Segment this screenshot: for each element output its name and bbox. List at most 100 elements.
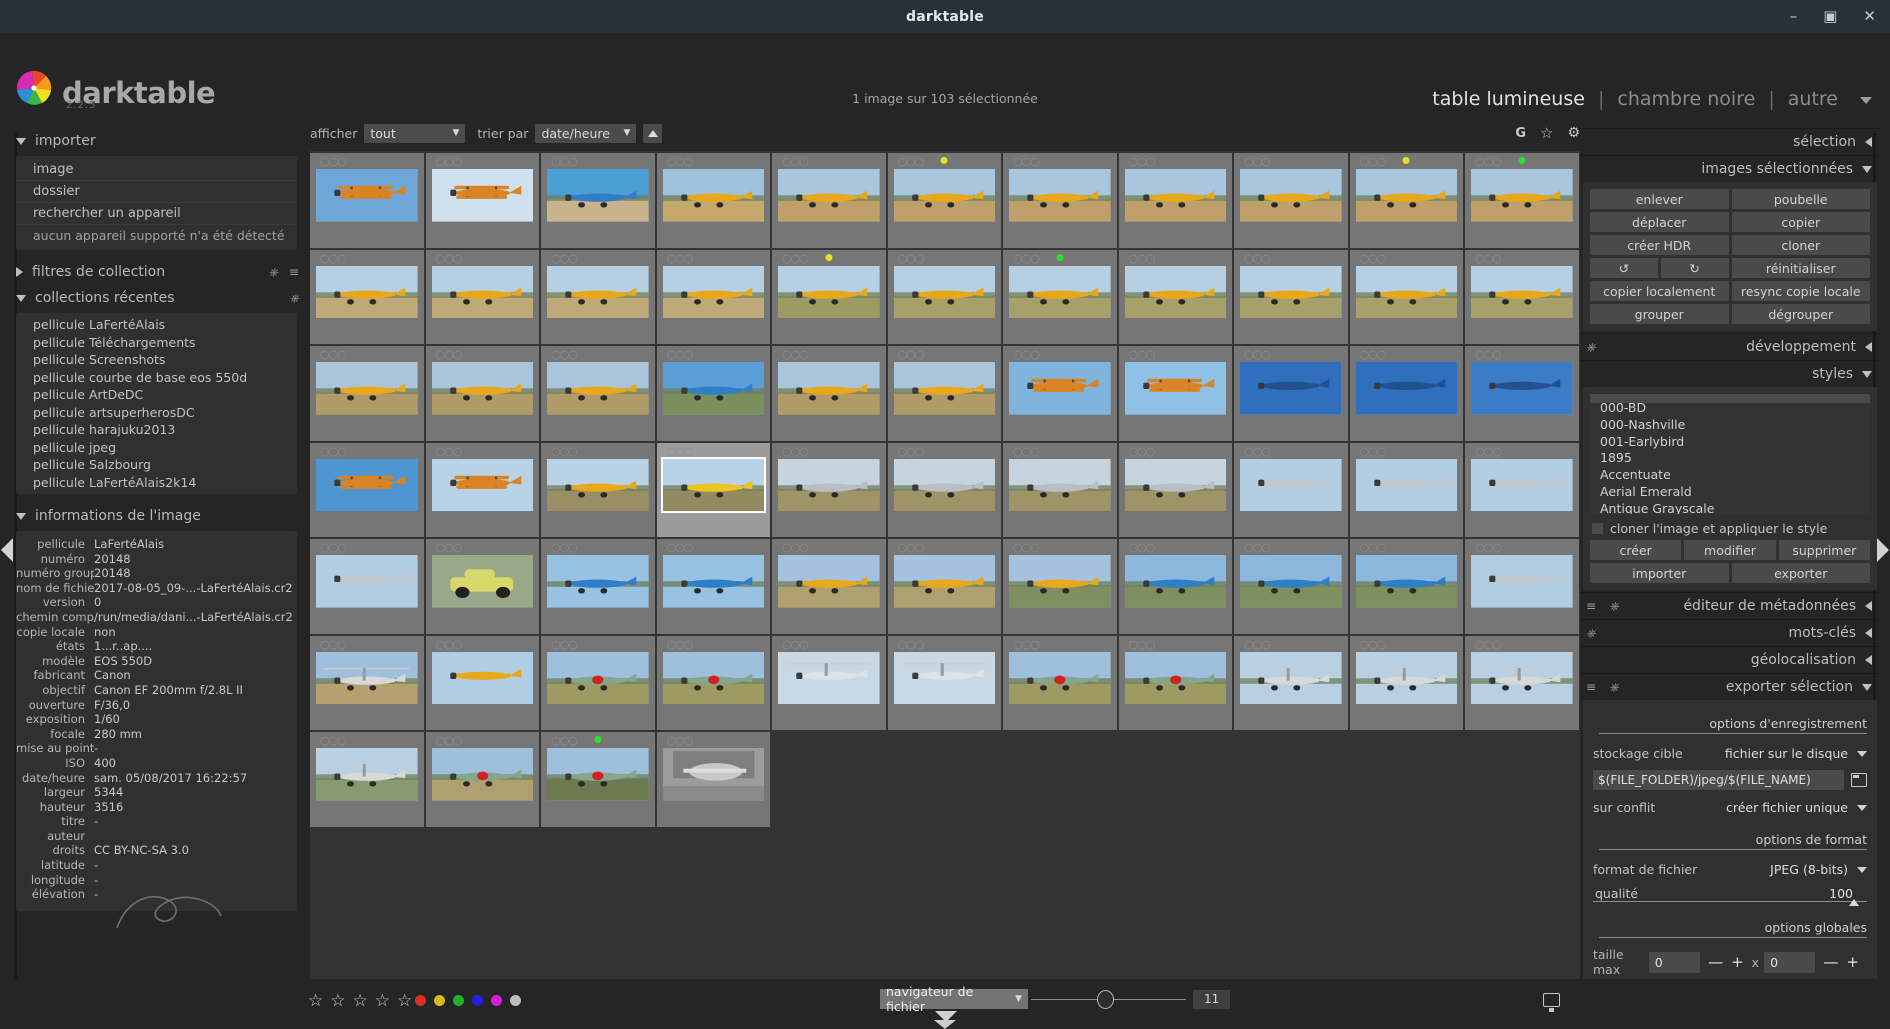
- reset-icon[interactable]: ⎈: [1609, 599, 1619, 614]
- thumbnail-cell[interactable]: ○○○: [425, 635, 539, 730]
- delete-style-button[interactable]: supprimer: [1778, 540, 1870, 560]
- thumbnail-cell[interactable]: ○○○: [1349, 249, 1463, 344]
- copy-locally-button[interactable]: copier localement: [1590, 281, 1729, 301]
- thumbnail-image[interactable]: [316, 362, 418, 415]
- clone-style-checkbox-row[interactable]: cloner l'image et appliquer le style: [1592, 521, 1870, 536]
- thumbnail-cell[interactable]: ○○○: [1118, 539, 1232, 634]
- reset-icon[interactable]: ⎈: [289, 291, 299, 306]
- recent-collection-item[interactable]: pellicule jpeg: [16, 439, 297, 457]
- thumbnail-image[interactable]: [1124, 458, 1226, 511]
- reset-icon[interactable]: ⎈: [268, 265, 278, 280]
- thumbnail-image[interactable]: [316, 555, 418, 608]
- thumbnail-cell[interactable]: ○○○: [541, 539, 655, 634]
- on-conflict-row[interactable]: sur conflit créer fichier unique: [1593, 797, 1867, 818]
- thumbnail-cell[interactable]: ○○○: [310, 153, 424, 248]
- thumbnail-image[interactable]: [1471, 555, 1573, 608]
- thumbnail-image[interactable]: [1240, 265, 1342, 318]
- thumbnail-cell[interactable]: ○○○: [772, 346, 886, 441]
- color-label-dot[interactable]: [510, 995, 521, 1006]
- thumbnail-image[interactable]: [547, 748, 649, 801]
- style-list-item[interactable]: Antique Grayscale: [1600, 501, 1870, 514]
- view-lighttable[interactable]: table lumineuse: [1432, 88, 1585, 110]
- import-module-header[interactable]: importer: [10, 128, 305, 154]
- recent-collections-header[interactable]: collections récentes ⎈: [10, 285, 305, 311]
- thumbnail-cell[interactable]: ○○○: [541, 635, 655, 730]
- thumbnail-image[interactable]: [1124, 362, 1226, 415]
- thumbnail-cell[interactable]: ○○○: [1465, 153, 1579, 248]
- recent-collection-item[interactable]: pellicule artsuperherosDC: [16, 404, 297, 422]
- thumbnail-cell[interactable]: ○○○: [1234, 153, 1348, 248]
- thumbnail-cell[interactable]: ○○○: [656, 539, 770, 634]
- left-panel-collapse-arrow[interactable]: [1, 538, 13, 562]
- thumbnail-image[interactable]: [778, 169, 880, 222]
- thumbnail-image[interactable]: [1124, 169, 1226, 222]
- thumbnail-image[interactable]: [662, 169, 764, 222]
- style-list-item[interactable]: 000-Nashville: [1600, 417, 1870, 434]
- group-button[interactable]: grouper: [1590, 304, 1729, 324]
- lighttable-thumbnail-grid[interactable]: ○○○ ○○○ ○○○ ○○○ ○○○ ○○○ ○○○ ○○○ ○○○ ○○○ ○○○ ○○○ ○○○ ○…: [310, 151, 1580, 1011]
- selected-images-module-header[interactable]: images sélectionnées: [1580, 155, 1880, 182]
- thumbnail-cell[interactable]: ○○○: [425, 442, 539, 537]
- create-style-button[interactable]: créer: [1590, 540, 1682, 560]
- thumbnail-image[interactable]: [662, 362, 764, 415]
- gear-icon[interactable]: ⚙: [1567, 125, 1580, 141]
- ungroup-button[interactable]: dégrouper: [1731, 304, 1870, 324]
- thumbnail-cell[interactable]: ○○○: [1003, 442, 1117, 537]
- thumbnail-image[interactable]: [1355, 458, 1457, 511]
- chevron-down-icon[interactable]: [1860, 97, 1872, 104]
- bottom-screen-toggle-arrow[interactable]: [934, 1020, 956, 1029]
- thumbnail-image[interactable]: [1240, 169, 1342, 222]
- thumbnail-cell[interactable]: ○○○: [310, 732, 424, 827]
- thumbnail-image[interactable]: [893, 555, 995, 608]
- thumbnail-image[interactable]: [431, 362, 533, 415]
- history-stack-module-header[interactable]: ⎈ développement: [1580, 333, 1880, 360]
- thumbnail-image[interactable]: [1009, 651, 1111, 704]
- thumbnail-image[interactable]: [547, 458, 649, 511]
- thumbnail-cell[interactable]: ○○○: [772, 442, 886, 537]
- collection-filters-header[interactable]: filtres de collection ⎈ ≡: [10, 259, 305, 285]
- color-label-dot[interactable]: [491, 995, 502, 1006]
- file-format-row[interactable]: format de fichier JPEG (8-bits): [1593, 859, 1867, 880]
- copy-button[interactable]: copier: [1731, 212, 1870, 232]
- thumbnail-image[interactable]: [1240, 651, 1342, 704]
- thumbnail-cell[interactable]: ○○○: [772, 153, 886, 248]
- grouping-icon[interactable]: G: [1515, 126, 1526, 141]
- thumbnail-image[interactable]: [778, 362, 880, 415]
- reset-icon[interactable]: ⎈: [1609, 680, 1619, 695]
- max-width-input[interactable]: 0: [1648, 951, 1701, 973]
- monitor-profile-icon[interactable]: [1543, 993, 1560, 1012]
- rotate-cw-button[interactable]: ↻: [1660, 258, 1729, 278]
- thumbnail-cell[interactable]: ○○○: [656, 153, 770, 248]
- thumbnail-cell[interactable]: ○○○: [656, 732, 770, 827]
- thumbnail-image[interactable]: [893, 651, 995, 704]
- image-information-header[interactable]: informations de l'image: [10, 503, 305, 529]
- minus-icon[interactable]: —: [1823, 953, 1838, 971]
- zoom-mode-select[interactable]: navigateur de fichier ▼: [880, 984, 1028, 1014]
- thumbnail-image[interactable]: [1124, 265, 1226, 318]
- color-label-dot[interactable]: [434, 995, 445, 1006]
- thumbnail-cell[interactable]: ○○○: [541, 732, 655, 827]
- styles-list[interactable]: 000-BD 000-Nashville 001-Earlybird 1895 Acce…: [1590, 394, 1870, 514]
- recent-collection-item[interactable]: pellicule Salzbourg: [16, 456, 297, 474]
- star-icon[interactable]: ☆: [308, 991, 323, 1011]
- thumbnail-image[interactable]: [547, 265, 649, 318]
- sort-filter-select[interactable]: date/heure ▼: [535, 123, 637, 143]
- thumbnail-cell[interactable]: ○○○: [1465, 635, 1579, 730]
- thumbnail-image[interactable]: [316, 651, 418, 704]
- recent-collection-item[interactable]: pellicule LaFertéAlais2k14: [16, 474, 297, 492]
- import-style-button[interactable]: importer: [1590, 563, 1729, 583]
- thumbnail-image[interactable]: [1009, 362, 1111, 415]
- thumbnail-cell[interactable]: ○○○: [1003, 539, 1117, 634]
- reset-rotation-button[interactable]: réinitialiser: [1731, 258, 1870, 278]
- thumbnail-image[interactable]: [431, 169, 533, 222]
- thumbnail-image[interactable]: [662, 748, 764, 801]
- create-hdr-button[interactable]: créer HDR: [1590, 235, 1729, 255]
- thumbnail-image[interactable]: [431, 458, 533, 511]
- thumbnail-image[interactable]: [316, 748, 418, 801]
- thumbnail-cell[interactable]: ○○○: [425, 153, 539, 248]
- star-icon[interactable]: ☆: [1540, 124, 1553, 142]
- thumbnail-cell[interactable]: ○○○: [1118, 442, 1232, 537]
- target-storage-row[interactable]: stockage cible fichier sur le disque: [1593, 743, 1867, 764]
- thumbnail-cell[interactable]: ○○○: [1118, 153, 1232, 248]
- thumbnail-cell[interactable]: ○○○: [1003, 249, 1117, 344]
